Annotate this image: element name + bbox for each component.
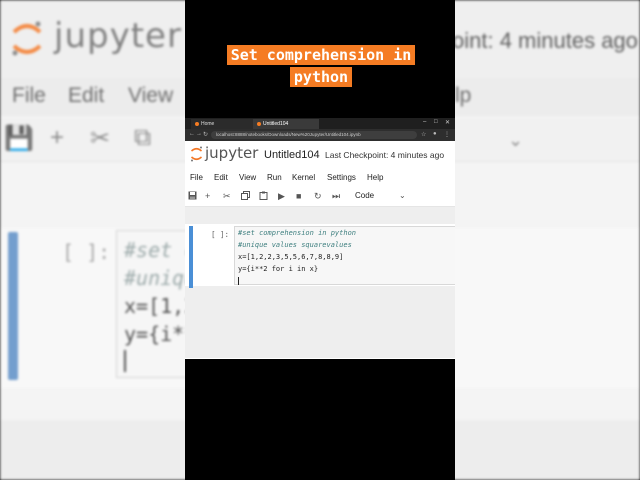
minimize-icon[interactable]: – — [423, 119, 426, 125]
reload-icon[interactable]: ↻ — [203, 131, 208, 138]
star-icon[interactable]: ☆ — [421, 131, 426, 138]
jupyter-logo-text: jupyter — [205, 144, 259, 162]
close-icon[interactable]: ✕ — [445, 119, 450, 126]
profile-icon[interactable]: ● — [433, 131, 437, 137]
video-frame: Set comprehension in python Home Untitle… — [185, 0, 455, 480]
menu-view[interactable]: View — [239, 173, 256, 182]
address-bar: ← → ↻ localhost:8888/notebooks/Downloads… — [185, 129, 455, 141]
notebook-title[interactable]: Untitled104 — [264, 149, 320, 161]
menu-kernel[interactable]: Kernel — [292, 173, 315, 182]
chevron-down-icon[interactable]: ⌄ — [399, 191, 406, 200]
title-line-2: python — [289, 67, 353, 87]
menu-run[interactable]: Run — [267, 173, 282, 182]
url-input[interactable]: localhost:8888/notebooks/Downloads/New%2… — [211, 131, 417, 139]
stop-icon[interactable]: ■ — [296, 191, 301, 201]
tab-home[interactable]: Home — [191, 119, 253, 129]
add-icon[interactable]: + — [205, 191, 210, 201]
menu-help[interactable]: Help — [367, 173, 383, 182]
cell-type-select[interactable]: Code — [355, 191, 374, 200]
menu-bar: File Edit View Run Kernel Settings Help — [185, 169, 455, 187]
jupyter-logo-icon — [190, 146, 203, 162]
cut-icon[interactable]: ✂ — [223, 191, 231, 201]
menu-edit[interactable]: Edit — [214, 173, 228, 182]
run-icon[interactable]: ▶ — [278, 191, 285, 201]
checkpoint-status: Last Checkpoint: 4 minutes ago — [325, 150, 445, 160]
tab-favicon-icon — [195, 121, 199, 126]
code-line: x=[1,2,2,3,5,5,6,7,8,8,9] — [238, 253, 344, 261]
code-line: #unique values squarevalues — [238, 241, 352, 249]
notebook-area: [ ]: #set comprehension in python #uniqu… — [185, 207, 455, 358]
code-line: y={i**2 for i in x} — [238, 265, 319, 273]
restart-icon[interactable]: ↻ — [314, 191, 322, 201]
more-icon[interactable]: ⋮ — [444, 131, 450, 138]
notebook-toolbar: + ✂ ▶ ■ ↻ ⏭ Code ⌄ — [185, 187, 455, 207]
paste-icon[interactable] — [259, 191, 268, 202]
title-banner: Set comprehension in python — [200, 44, 442, 88]
forward-icon[interactable]: → — [196, 131, 202, 137]
back-icon[interactable]: ← — [189, 131, 195, 137]
cell-active-indicator — [189, 226, 193, 288]
title-line-1: Set comprehension in — [226, 45, 416, 65]
tab-label: Untitled104 — [263, 121, 289, 127]
browser-window: Home Untitled104 – □ ✕ ← → ↻ localhost:8… — [185, 118, 455, 359]
fast-forward-icon[interactable]: ⏭ — [332, 191, 340, 201]
tab-label: Home — [201, 121, 215, 127]
menu-file[interactable]: File — [190, 173, 203, 182]
cell-prompt: [ ]: — [211, 230, 230, 239]
copy-icon[interactable] — [241, 191, 250, 202]
tab-strip: Home Untitled104 – □ ✕ — [185, 118, 455, 129]
notebook-header: jupyter Untitled104 Last Checkpoint: 4 m… — [185, 141, 455, 169]
code-line: #set comprehension in python — [238, 229, 357, 237]
tab-favicon-icon — [257, 121, 261, 126]
save-icon[interactable] — [188, 191, 197, 202]
code-cell[interactable]: [ ]: #set comprehension in python #uniqu… — [185, 224, 455, 288]
maximize-icon[interactable]: □ — [434, 119, 438, 125]
tab-untitled104[interactable]: Untitled104 — [253, 119, 319, 129]
menu-settings[interactable]: Settings — [327, 173, 356, 182]
text-cursor — [238, 277, 239, 285]
